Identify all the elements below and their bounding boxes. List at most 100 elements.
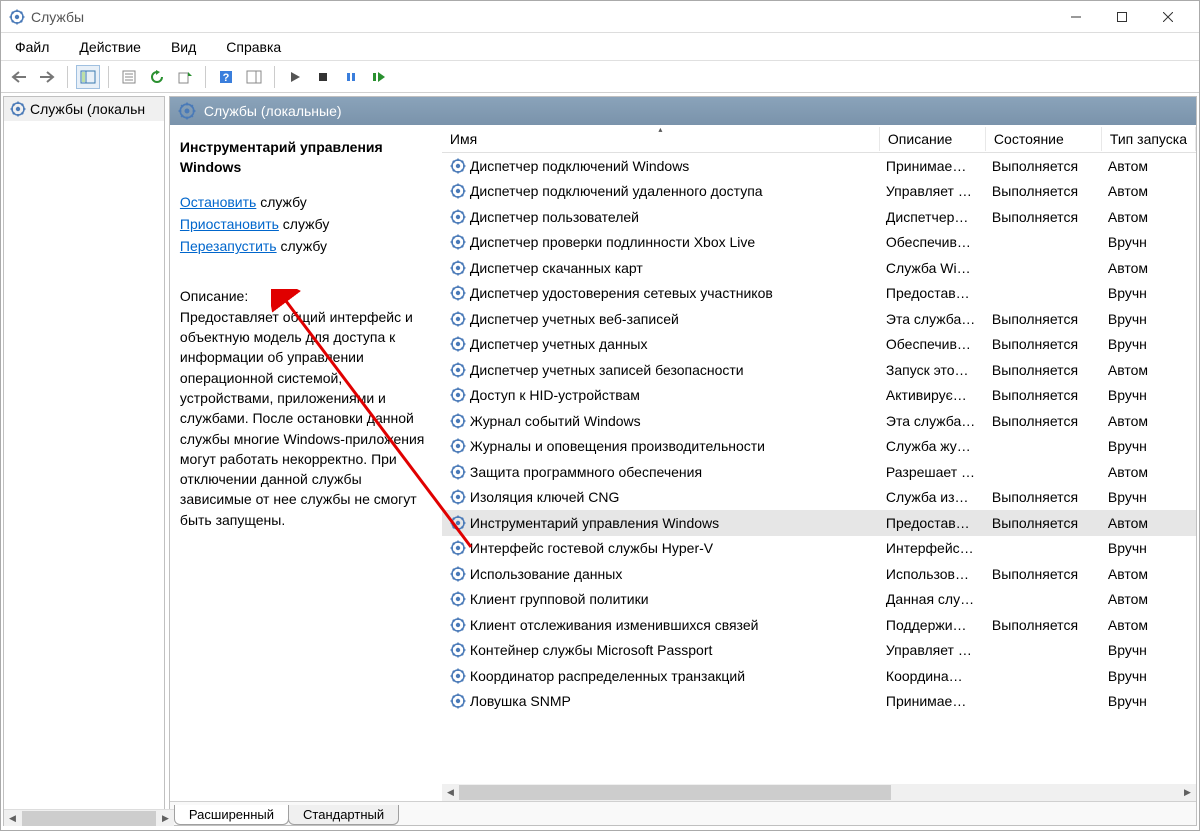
gear-icon <box>450 362 466 378</box>
service-row[interactable]: Диспетчер удостоверения сетевых участник… <box>442 281 1196 307</box>
service-row[interactable]: Инструментарий управления WindowsПредост… <box>442 510 1196 536</box>
gear-icon <box>450 617 466 633</box>
gear-icon <box>450 285 466 301</box>
properties-button[interactable] <box>117 65 141 89</box>
gear-icon <box>450 438 466 454</box>
gear-icon <box>450 158 466 174</box>
horizontal-scrollbar[interactable]: ◀ ▶ <box>442 784 1196 801</box>
content-header: Службы (локальные) <box>170 97 1196 125</box>
service-description: Данная слу… <box>880 591 986 607</box>
gear-icon <box>450 591 466 607</box>
service-name: Диспетчер скачанных карт <box>470 260 643 276</box>
gear-icon <box>450 642 466 658</box>
column-type[interactable]: Тип запуска <box>1102 127 1196 151</box>
tab-standard[interactable]: Стандартный <box>288 805 399 825</box>
window-title: Службы <box>31 9 1053 25</box>
stop-service-link[interactable]: Остановить <box>180 194 256 210</box>
scroll-right-icon[interactable]: ▶ <box>1179 784 1196 801</box>
service-type: Вручн <box>1102 540 1196 556</box>
service-name: Защита программного обеспечения <box>470 464 702 480</box>
service-row[interactable]: Контейнер службы Microsoft PassportУправ… <box>442 638 1196 664</box>
service-type: Автом <box>1102 209 1196 225</box>
column-description[interactable]: Описание <box>880 127 986 151</box>
view-tabs: Расширенный Стандартный <box>170 801 1196 825</box>
tree-horizontal-scrollbar[interactable]: ◀ ▶ <box>4 809 174 826</box>
service-name: Доступ к HID-устройствам <box>470 387 640 403</box>
restart-service-link[interactable]: Перезапустить <box>180 238 277 254</box>
menu-action[interactable]: Действие <box>73 37 147 57</box>
stop-service-button[interactable] <box>311 65 335 89</box>
export-button[interactable] <box>173 65 197 89</box>
service-row[interactable]: Ловушка SNMPПринимае…Вручн <box>442 689 1196 715</box>
service-name: Диспетчер проверки подлинности Xbox Live <box>470 234 755 250</box>
service-row[interactable]: Журнал событий WindowsЭта служба…Выполня… <box>442 408 1196 434</box>
service-row[interactable]: Диспетчер скачанных картСлужба Wi…Автом <box>442 255 1196 281</box>
maximize-button[interactable] <box>1099 1 1145 32</box>
service-state: Выполняется <box>986 311 1102 327</box>
close-button[interactable] <box>1145 1 1191 32</box>
service-state: Выполняется <box>986 515 1102 531</box>
service-row[interactable]: Диспетчер подключений WindowsПринимае…Вы… <box>442 153 1196 179</box>
back-button[interactable] <box>7 65 31 89</box>
service-description: Предостав… <box>880 515 986 531</box>
service-type: Вручн <box>1102 234 1196 250</box>
start-service-button[interactable] <box>283 65 307 89</box>
service-row[interactable]: Журналы и оповещения производительности С… <box>442 434 1196 460</box>
show-hide-action-pane-button[interactable] <box>242 65 266 89</box>
service-type: Вручн <box>1102 693 1196 709</box>
service-row[interactable]: Доступ к HID-устройствамАктивирує…Выполн… <box>442 383 1196 409</box>
scroll-left-icon[interactable]: ◀ <box>442 784 459 801</box>
service-row[interactable]: Изоляция ключей CNGСлужба из…Выполняется… <box>442 485 1196 511</box>
service-row[interactable]: Использование данныхИспользов…Выполняетс… <box>442 561 1196 587</box>
service-name: Клиент групповой политики <box>470 591 649 607</box>
menu-view[interactable]: Вид <box>165 37 202 57</box>
pause-service-button[interactable] <box>339 65 363 89</box>
service-row[interactable]: Диспетчер пользователейДиспетчер…Выполня… <box>442 204 1196 230</box>
restart-service-button[interactable] <box>367 65 391 89</box>
forward-button[interactable] <box>35 65 59 89</box>
service-description: Служба жу… <box>880 438 986 454</box>
services-list: Имя▴ Описание Состояние Тип запуска Дисп… <box>442 125 1196 801</box>
tree-item-services-local[interactable]: Службы (локальн <box>4 97 164 121</box>
show-hide-tree-button[interactable] <box>76 65 100 89</box>
service-row[interactable]: Диспетчер учетных данныхОбеспечив…Выполн… <box>442 332 1196 358</box>
service-description: Служба Wi… <box>880 260 986 276</box>
column-state[interactable]: Состояние <box>986 127 1102 151</box>
help-button[interactable]: ? <box>214 65 238 89</box>
selected-service-title: Инструментарий управления Windows <box>180 137 432 178</box>
svg-text:?: ? <box>223 72 230 84</box>
service-description: Поддержи… <box>880 617 986 633</box>
service-row[interactable]: Интерфейс гостевой службы Hyper-VИнтерфе… <box>442 536 1196 562</box>
column-name[interactable]: Имя▴ <box>442 127 880 151</box>
refresh-button[interactable] <box>145 65 169 89</box>
minimize-button[interactable] <box>1053 1 1099 32</box>
service-row[interactable]: Клиент отслеживания изменившихся связейП… <box>442 612 1196 638</box>
service-row[interactable]: Диспетчер проверки подлинности Xbox Live… <box>442 230 1196 256</box>
service-row[interactable]: Клиент групповой политикиДанная слу…Авто… <box>442 587 1196 613</box>
gear-icon <box>450 693 466 709</box>
service-description: Интерфейс… <box>880 540 986 556</box>
service-type: Автом <box>1102 413 1196 429</box>
service-row[interactable]: Защита программного обеспеченияРазрешает… <box>442 459 1196 485</box>
service-name: Ловушка SNMP <box>470 693 571 709</box>
service-row[interactable]: Диспетчер подключений удаленного доступа… <box>442 179 1196 205</box>
service-description: Эта служба… <box>880 413 986 429</box>
service-name: Контейнер службы Microsoft Passport <box>470 642 712 658</box>
gear-icon <box>450 183 466 199</box>
service-row[interactable]: Диспетчер учетных веб-записейЭта служба…… <box>442 306 1196 332</box>
service-name: Диспетчер подключений Windows <box>470 158 689 174</box>
service-state: Выполняется <box>986 387 1102 403</box>
service-name: Журналы и оповещения производительности <box>470 438 765 454</box>
pause-service-link[interactable]: Приостановить <box>180 216 279 232</box>
service-type: Вручн <box>1102 387 1196 403</box>
gear-icon <box>10 101 26 117</box>
menu-file[interactable]: Файл <box>9 37 55 57</box>
menu-help[interactable]: Справка <box>220 37 287 57</box>
scroll-left-icon[interactable]: ◀ <box>4 810 21 827</box>
scroll-right-icon[interactable]: ▶ <box>157 810 174 827</box>
service-row[interactable]: Координатор распределенных транзакцийКоо… <box>442 663 1196 689</box>
title-bar: Службы <box>1 1 1199 33</box>
service-row[interactable]: Диспетчер учетных записей безопасностиЗа… <box>442 357 1196 383</box>
service-name: Диспетчер учетных веб-записей <box>470 311 679 327</box>
tab-extended[interactable]: Расширенный <box>174 805 289 825</box>
